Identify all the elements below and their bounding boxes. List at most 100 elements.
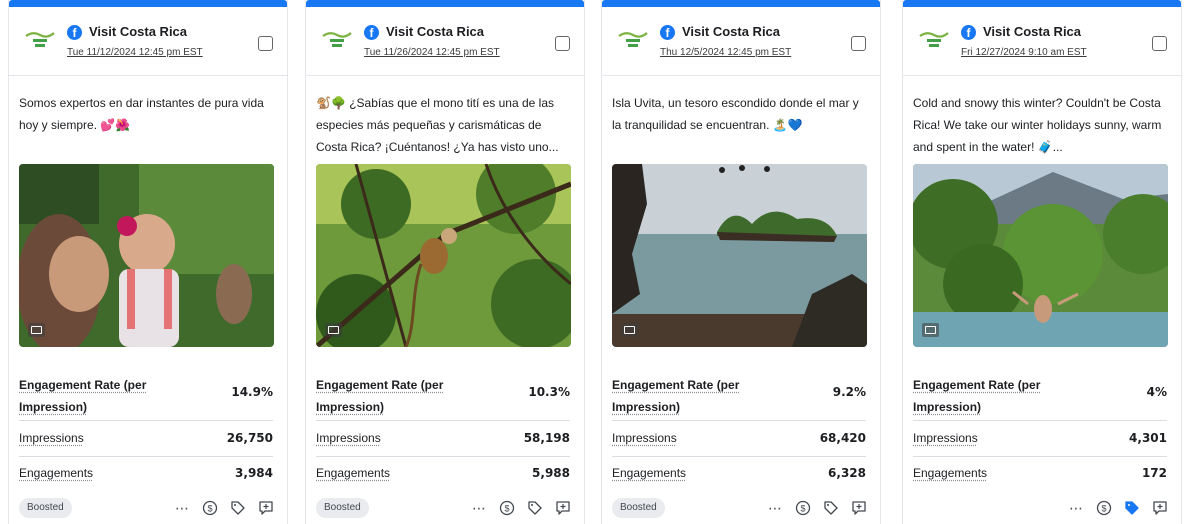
divider <box>19 456 273 457</box>
engagement-rate-label[interactable]: Engagement Rate (per Impression) <box>19 374 169 418</box>
boosted-badge: Boosted <box>316 498 369 518</box>
more-icon[interactable]: ⋯ <box>470 499 488 517</box>
select-checkbox[interactable] <box>555 36 570 51</box>
post-image[interactable] <box>612 164 867 347</box>
post-caption: Isla Uvita, un tesoro escondido donde el… <box>612 96 859 132</box>
impressions-value: 58,198 <box>523 431 570 445</box>
impressions-label[interactable]: Impressions <box>19 431 84 445</box>
facebook-icon: f <box>660 25 675 40</box>
page-name[interactable]: Visit Costa Rica <box>386 24 484 39</box>
post-image[interactable] <box>913 164 1168 347</box>
card-header: f Visit Costa Rica Thu 12/5/2024 12:45 p… <box>602 7 880 76</box>
post-caption: 🐒🌳 ¿Sabías que el mono tití es una de la… <box>316 96 559 154</box>
impressions-value: 68,420 <box>819 431 866 445</box>
card-actions: ⋯ $ <box>1067 498 1169 518</box>
engagements-label[interactable]: Engagements <box>316 466 390 480</box>
post-image-graphic <box>913 164 1168 347</box>
dollar-circle-icon[interactable]: $ <box>794 499 812 517</box>
card-actions: ⋯ $ <box>470 498 572 518</box>
svg-text:$: $ <box>800 504 805 514</box>
brand-logo <box>919 32 949 47</box>
svg-text:$: $ <box>504 504 509 514</box>
divider <box>913 456 1167 457</box>
engagement-rate-value: 4% <box>1146 385 1167 399</box>
page-name[interactable]: Visit Costa Rica <box>89 24 187 39</box>
engagements-label[interactable]: Engagements <box>612 466 686 480</box>
svg-text:$: $ <box>1101 504 1106 514</box>
image-type-icon <box>325 323 342 337</box>
more-icon[interactable]: ⋯ <box>173 499 191 517</box>
post-date-link[interactable]: Fri 12/27/2024 9:10 am EST <box>961 47 1087 58</box>
brand-logo <box>618 32 648 47</box>
comment-icon[interactable] <box>554 499 572 517</box>
engagement-rate-label[interactable]: Engagement Rate (per Impression) <box>612 374 762 418</box>
post-card[interactable]: f Visit Costa Rica Tue 11/12/2024 12:45 … <box>8 0 288 524</box>
card-actions: ⋯ $ <box>766 498 868 518</box>
boosted-badge: Boosted <box>19 498 72 518</box>
engagements-value: 6,328 <box>828 466 866 480</box>
card-accent-bar <box>602 0 880 7</box>
image-type-icon <box>621 323 638 337</box>
svg-text:$: $ <box>207 504 212 514</box>
post-card[interactable]: f Visit Costa Rica Fri 12/27/2024 9:10 a… <box>902 0 1182 524</box>
engagements-label[interactable]: Engagements <box>913 466 987 480</box>
impressions-value: 4,301 <box>1129 431 1167 445</box>
post-card[interactable]: f Visit Costa Rica Thu 12/5/2024 12:45 p… <box>601 0 881 524</box>
select-checkbox[interactable] <box>258 36 273 51</box>
post-caption: Cold and snowy this winter? Couldn't be … <box>913 96 1162 154</box>
engagements-value: 5,988 <box>532 466 570 480</box>
dollar-circle-icon[interactable]: $ <box>498 499 516 517</box>
card-accent-bar <box>306 0 584 7</box>
select-checkbox[interactable] <box>1152 36 1167 51</box>
impressions-value: 26,750 <box>226 431 273 445</box>
page-name[interactable]: Visit Costa Rica <box>682 24 780 39</box>
card-header: f Visit Costa Rica Tue 11/26/2024 12:45 … <box>306 7 584 76</box>
dollar-circle-icon[interactable]: $ <box>201 499 219 517</box>
divider <box>913 420 1167 421</box>
post-image-graphic <box>316 164 571 347</box>
post-date-link[interactable]: Tue 11/26/2024 12:45 pm EST <box>364 47 500 58</box>
engagements-value: 3,984 <box>235 466 273 480</box>
engagements-label[interactable]: Engagements <box>19 466 93 480</box>
more-icon[interactable]: ⋯ <box>766 499 784 517</box>
comment-icon[interactable] <box>850 499 868 517</box>
impressions-label[interactable]: Impressions <box>913 431 978 445</box>
image-type-icon <box>28 323 45 337</box>
post-image[interactable] <box>19 164 274 347</box>
impressions-label[interactable]: Impressions <box>612 431 677 445</box>
engagement-rate-label[interactable]: Engagement Rate (per Impression) <box>913 374 1063 418</box>
tag-icon[interactable] <box>229 499 247 517</box>
engagement-rate-value: 10.3% <box>528 385 570 399</box>
post-image-graphic <box>612 164 867 347</box>
tag-icon[interactable] <box>526 499 544 517</box>
card-header: f Visit Costa Rica Fri 12/27/2024 9:10 a… <box>903 7 1181 76</box>
facebook-icon: f <box>364 25 379 40</box>
divider <box>612 420 866 421</box>
tag-icon[interactable] <box>822 499 840 517</box>
card-accent-bar <box>903 0 1181 7</box>
page-name[interactable]: Visit Costa Rica <box>983 24 1081 39</box>
divider <box>316 456 570 457</box>
divider <box>19 420 273 421</box>
post-date-link[interactable]: Tue 11/12/2024 12:45 pm EST <box>67 47 203 58</box>
image-type-icon <box>922 323 939 337</box>
card-actions: ⋯ $ <box>173 498 275 518</box>
boosted-badge: Boosted <box>612 498 665 518</box>
impressions-label[interactable]: Impressions <box>316 431 381 445</box>
comment-icon[interactable] <box>257 499 275 517</box>
dollar-circle-icon[interactable]: $ <box>1095 499 1113 517</box>
engagement-rate-label[interactable]: Engagement Rate (per Impression) <box>316 374 466 418</box>
select-checkbox[interactable] <box>851 36 866 51</box>
engagements-value: 172 <box>1141 466 1167 480</box>
engagement-rate-value: 9.2% <box>832 385 866 399</box>
brand-logo <box>25 32 55 47</box>
tag-icon[interactable] <box>1123 499 1141 517</box>
post-image[interactable] <box>316 164 571 347</box>
post-date-link[interactable]: Thu 12/5/2024 12:45 pm EST <box>660 47 791 58</box>
more-icon[interactable]: ⋯ <box>1067 499 1085 517</box>
post-image-graphic <box>19 164 274 347</box>
post-card[interactable]: f Visit Costa Rica Tue 11/26/2024 12:45 … <box>305 0 585 524</box>
card-header: f Visit Costa Rica Tue 11/12/2024 12:45 … <box>9 7 287 76</box>
divider <box>316 420 570 421</box>
comment-icon[interactable] <box>1151 499 1169 517</box>
